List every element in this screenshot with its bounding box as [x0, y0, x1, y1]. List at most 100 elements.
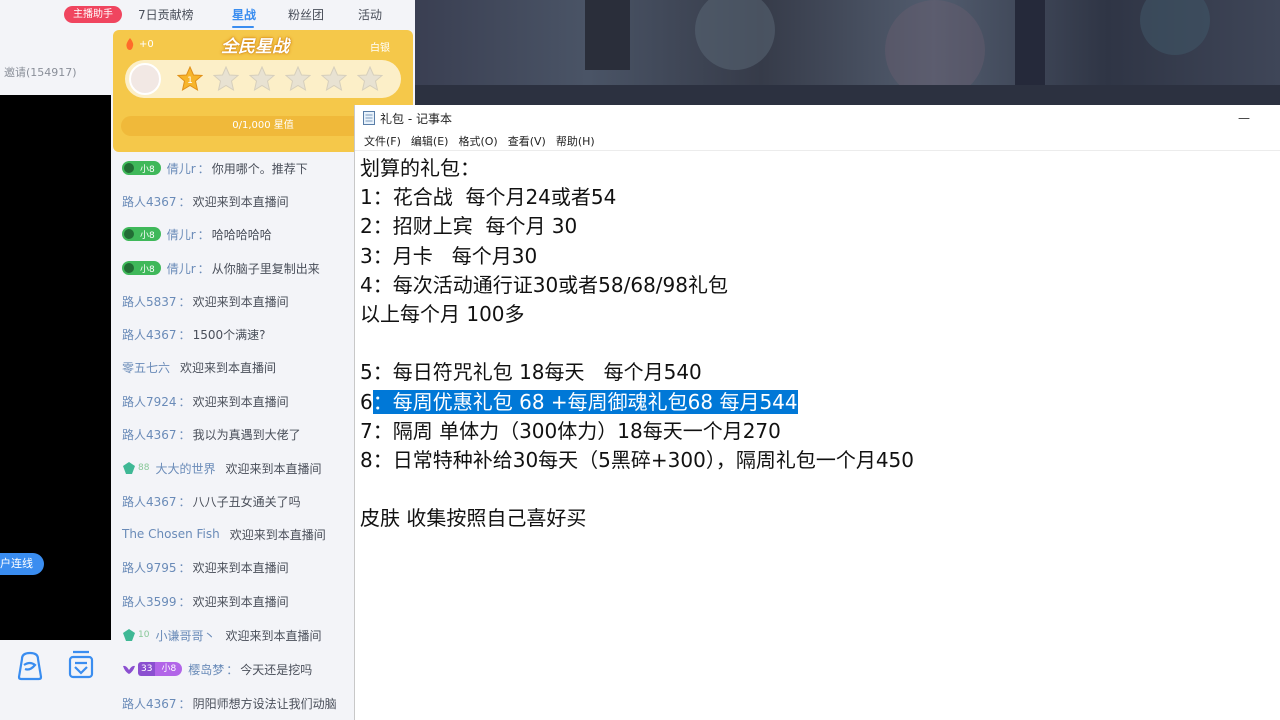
tier-label: 白银 [370, 43, 390, 54]
notepad-line: 5：每日符咒礼包 18每天 每个月540 [360, 360, 702, 385]
chat-username[interactable]: 路人4367 [122, 193, 177, 210]
chat-message: 路人5837：欢迎来到本直播间 [122, 292, 289, 310]
notepad-line [360, 329, 914, 358]
level-gem-icon [123, 462, 135, 474]
notepad-line [360, 475, 914, 504]
star-war-title: 全民星战 [221, 37, 289, 57]
chat-list[interactable]: 小8 倩儿r：你用哪个。推荐下 路人4367：欢迎来到本直播间 小8 倩儿r：哈哈哈哈哈… [111, 152, 354, 720]
chat-username[interactable]: 零五七六 [122, 359, 170, 376]
vip-badge-level: 33 [138, 662, 156, 676]
chat-username[interactable]: 路人5837 [122, 293, 177, 310]
chat-colon: ： [178, 494, 191, 509]
star-icon [357, 66, 383, 92]
tab-fan-club[interactable]: 粉丝团 [288, 6, 324, 23]
notepad-file-icon [363, 111, 375, 125]
chat-text: 今天还是挖吗 [240, 662, 313, 677]
fan-badge: 小8 [122, 261, 161, 275]
chat-username[interactable]: 大大的世界 [155, 460, 215, 477]
level-badge-text: 10 [138, 630, 150, 640]
chat-colon: ： [226, 662, 239, 677]
left-panel: 邀请(154917) 户连线 [0, 0, 111, 720]
chat-colon: ： [197, 227, 210, 242]
tab-star-war[interactable]: 星战 [232, 6, 256, 23]
chat-username[interactable]: 倩儿r [167, 160, 196, 177]
invite-count: 邀请(154917) [4, 66, 77, 79]
avatar[interactable] [129, 63, 161, 95]
tab-activity[interactable]: 活动 [358, 6, 382, 23]
chat-text: 哈哈哈哈哈 [211, 227, 272, 242]
chat-colon: ： [178, 294, 191, 309]
host-helper-button[interactable]: 主播助手 [64, 6, 122, 23]
vip-badge-text: 小8 [155, 662, 183, 676]
vip-badge: 33 小8 [138, 662, 183, 676]
chat-message: 路人7924：欢迎来到本直播间 [122, 392, 289, 410]
shop-icon[interactable] [63, 647, 99, 683]
notepad-line: 2：招财上宾 每个月 30 [360, 214, 578, 239]
chat-username[interactable]: 路人7924 [122, 393, 177, 410]
chat-text: 阴阳师想方设法让我们动脑 [192, 696, 337, 711]
connect-button[interactable]: 户连线 [0, 553, 44, 575]
chat-message: 小8 倩儿r：哈哈哈哈哈 [122, 225, 272, 243]
tab-7day-contribution[interactable]: 7日贡献榜 [138, 6, 194, 23]
chat-colon: ： [178, 594, 191, 609]
chat-colon: ： [178, 696, 191, 711]
minimize-icon[interactable]: — [1238, 111, 1250, 125]
chat-message: The Chosen Fish 欢迎来到本直播间 [122, 525, 326, 543]
chat-username[interactable]: 路人4367 [122, 326, 177, 343]
notepad-line: 划算的礼包： [360, 156, 480, 180]
chat-username[interactable]: 路人4367 [122, 426, 177, 443]
chat-text: 八八子丑女通关了吗 [192, 494, 301, 509]
chat-username[interactable]: 路人4367 [122, 695, 177, 712]
notepad-title: 礼包 - 记事本 [380, 111, 452, 126]
chat-message: 33 小8 樱岛梦：今天还是挖吗 [122, 660, 312, 678]
chat-username[interactable]: 倩儿r [167, 226, 196, 243]
chat-message: 路人4367： 1500个满速? [122, 325, 265, 343]
chat-username[interactable]: 樱岛梦 [188, 661, 224, 678]
chat-message: 小8 倩儿r：你用哪个。推荐下 [122, 159, 308, 177]
notepad-text-area[interactable]: 划算的礼包： 1：花合战 每个月24或者54 2：招财上宾 每个月 30 3：月卡 每… [360, 154, 914, 533]
fan-badge-dot [124, 163, 134, 173]
star-number: 1 [187, 76, 193, 86]
menu-view[interactable]: 查看(V) [503, 133, 551, 149]
star-icon [249, 66, 275, 92]
level-badge-text: 88 [138, 463, 150, 473]
chat-message: 路人4367：八八子丑女通关了吗 [122, 492, 301, 510]
chat-text: 1500个满速? [192, 327, 266, 342]
star-icon [321, 66, 347, 92]
menu-help[interactable]: 帮助(H) [551, 133, 600, 149]
fan-badge-dot [124, 229, 134, 239]
background-art [415, 0, 1280, 105]
star-icon [213, 66, 239, 92]
bag-icon[interactable] [12, 647, 48, 683]
notepad-line-prefix: 6 [360, 389, 373, 414]
chat-username[interactable]: 路人3599 [122, 593, 177, 610]
chat-username[interactable]: 倩儿r [167, 260, 196, 277]
chat-username[interactable]: The Chosen Fish [122, 527, 220, 541]
chat-text: 我以为真遇到大佬了 [192, 427, 301, 442]
notepad-titlebar[interactable]: 礼包 - 记事本 — [355, 105, 1280, 131]
menu-format[interactable]: 格式(O) [453, 133, 502, 149]
text-selection[interactable]: ：每周优惠礼包 68 +每周御魂礼包68 每月544 [372, 389, 798, 414]
notepad-line: 6：每周优惠礼包 68 +每周御魂礼包68 每月544 [360, 388, 914, 417]
notepad-line: 8：日常特种补给30每天（5黑碎+300），隔周礼包一个月450 [360, 447, 915, 472]
notepad-line: 1：花合战 每个月24或者54 [360, 185, 617, 210]
notepad-menubar: 文件(F) 编辑(E) 格式(O) 查看(V) 帮助(H) [355, 131, 1280, 151]
chat-username[interactable]: 路人4367 [122, 493, 177, 510]
active-tab-indicator [232, 26, 254, 28]
menu-file[interactable]: 文件(F) [359, 133, 406, 149]
chat-colon: ： [178, 560, 191, 575]
chat-message: 路人4367：阴阳师想方设法让我们动脑 [122, 694, 337, 712]
menu-edit[interactable]: 编辑(E) [406, 133, 454, 149]
chat-text: 欢迎来到本直播间 [192, 594, 289, 609]
chat-text: 欢迎来到本直播间 [192, 294, 289, 309]
chat-message: 小8 倩儿r：从你脑子里复制出来 [122, 259, 320, 277]
notepad-line: 以上每个月 100多 [360, 301, 525, 326]
chat-colon: ： [178, 194, 191, 209]
wing-icon [123, 665, 135, 674]
chat-username[interactable]: 小谦哥哥丶 [155, 627, 215, 644]
chat-text: 你用哪个。推荐下 [211, 161, 308, 176]
chat-message: 路人3599：欢迎来到本直播间 [122, 592, 289, 610]
chat-username[interactable]: 路人9795 [122, 559, 177, 576]
chat-message: 10 小谦哥哥丶 欢迎来到本直播间 [122, 626, 321, 644]
notepad-window[interactable]: 礼包 - 记事本 — 文件(F) 编辑(E) 格式(O) 查看(V) 帮助(H)… [354, 105, 1280, 720]
